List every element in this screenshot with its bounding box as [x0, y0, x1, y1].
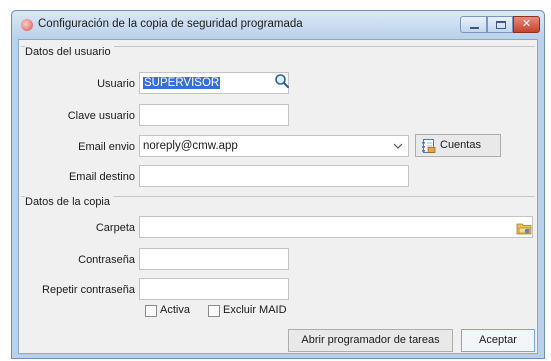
- usuario-label: Usuario: [97, 78, 135, 90]
- chevron-down-icon[interactable]: [393, 136, 403, 156]
- activa-checkbox[interactable]: [145, 305, 157, 317]
- email-envio-select[interactable]: noreply@cmw.app: [139, 135, 409, 157]
- close-icon: ✕: [521, 18, 532, 30]
- activa-label[interactable]: Activa: [160, 304, 190, 316]
- dialog-content: Datos del usuario Usuario SUPERVISOR Cla…: [18, 39, 538, 354]
- carpeta-label: Carpeta: [95, 222, 135, 234]
- folder-icon[interactable]: [516, 221, 532, 235]
- abrir-programador-button[interactable]: Abrir programador de tareas: [288, 329, 453, 352]
- copy-data-group-title: Datos de la copia: [25, 196, 113, 208]
- window-title: Configuración de la copia de seguridad p…: [38, 18, 303, 30]
- contrasena-label: Contraseña: [78, 254, 135, 266]
- user-data-group-title: Datos del usuario: [25, 46, 114, 58]
- minimize-button[interactable]: [460, 16, 487, 33]
- clave-usuario-label: Clave usuario: [67, 110, 135, 122]
- carpeta-field[interactable]: [139, 216, 533, 238]
- close-button[interactable]: ✕: [513, 16, 540, 33]
- app-icon: [21, 19, 33, 31]
- aceptar-button[interactable]: Aceptar: [461, 329, 535, 352]
- email-destino-field[interactable]: [139, 165, 409, 187]
- address-book-icon: [421, 138, 437, 154]
- cuentas-button[interactable]: Cuentas: [415, 134, 501, 157]
- cuentas-label: Cuentas: [440, 139, 481, 151]
- clave-usuario-field[interactable]: [139, 104, 289, 126]
- excluir-maid-checkbox[interactable]: [208, 305, 220, 317]
- email-envio-value: noreply@cmw.app: [143, 140, 238, 152]
- dialog-window: Configuración de la copia de seguridad p…: [11, 10, 545, 359]
- usuario-value: SUPERVISOR: [143, 77, 221, 89]
- maximize-button[interactable]: [487, 16, 513, 33]
- repetir-contrasena-field[interactable]: [139, 278, 289, 300]
- email-destino-label: Email destino: [68, 171, 135, 183]
- minimize-icon: [470, 27, 479, 29]
- contrasena-field[interactable]: [139, 248, 289, 270]
- repetir-contrasena-label: Repetir contraseña: [42, 284, 135, 296]
- title-bar[interactable]: Configuración de la copia de seguridad p…: [12, 11, 544, 39]
- magnifier-icon[interactable]: [274, 73, 290, 89]
- email-envio-label: Email envio: [78, 141, 135, 153]
- excluir-maid-label[interactable]: Excluir MAID: [223, 304, 287, 316]
- usuario-field[interactable]: SUPERVISOR: [139, 72, 289, 94]
- maximize-icon: [496, 21, 506, 29]
